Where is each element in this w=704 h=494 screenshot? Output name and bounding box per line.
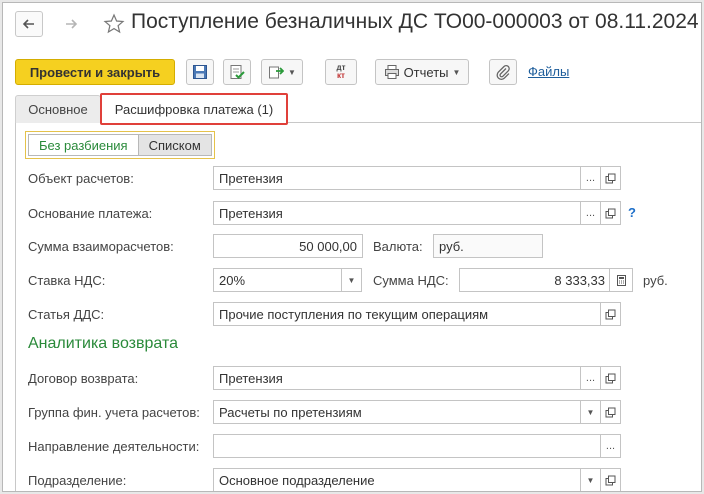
open-window-icon	[605, 407, 616, 417]
currency-label: Валюта:	[373, 239, 423, 254]
settlement-amount-label: Сумма взаиморасчетов:	[28, 239, 174, 254]
department-dropdown-button[interactable]: ▼	[580, 468, 601, 491]
vat-rate-label: Ставка НДС:	[28, 273, 106, 288]
open-button[interactable]	[600, 468, 621, 491]
fin-group-field[interactable]: Расчеты по претензиям	[213, 400, 582, 424]
list-option[interactable]: Списком	[138, 134, 212, 156]
open-window-icon	[605, 373, 616, 383]
settlement-object-field[interactable]: Претензия	[213, 166, 582, 190]
select-button[interactable]: ...	[580, 201, 601, 225]
post-and-close-button[interactable]: Провести и закрыть	[15, 59, 175, 85]
chevron-down-icon: ▼	[288, 67, 296, 77]
return-contract-field[interactable]: Претензия	[213, 366, 582, 390]
settlement-amount-field[interactable]: 50 000,00	[213, 234, 363, 258]
star-icon[interactable]	[103, 13, 125, 35]
open-button[interactable]	[600, 366, 621, 390]
chevron-down-icon: ▼	[452, 67, 461, 77]
paperclip-icon	[496, 64, 510, 80]
select-button[interactable]: ...	[580, 366, 601, 390]
open-button[interactable]	[600, 400, 621, 424]
page-title: Поступление безналичных ДС ТО00-000003 о…	[131, 10, 701, 33]
forward-button[interactable]	[57, 11, 85, 37]
department-label: Подразделение:	[28, 473, 127, 488]
payment-basis-label: Основание платежа:	[28, 206, 153, 221]
chevron-down-icon: ▼	[586, 407, 595, 417]
chevron-down-icon: ▼	[347, 275, 356, 285]
tab-main[interactable]: Основное	[15, 95, 101, 123]
cash-flow-item-label: Статья ДДС:	[28, 307, 105, 322]
open-button[interactable]	[600, 302, 621, 326]
dt-kt-button[interactable]: дт кт	[325, 59, 357, 85]
open-button[interactable]	[600, 166, 621, 190]
currency-field[interactable]: руб.	[433, 234, 543, 258]
vat-rate-field[interactable]: 20%	[213, 268, 343, 292]
activity-direction-label: Направление деятельности:	[28, 439, 200, 454]
vat-currency-unit: руб.	[643, 273, 668, 288]
reports-label: Отчеты	[403, 64, 449, 80]
select-button[interactable]: ...	[600, 434, 621, 458]
return-analytics-heading: Аналитика возврата	[28, 335, 179, 352]
vat-rate-dropdown-button[interactable]: ▼	[341, 268, 362, 292]
post-button[interactable]	[223, 59, 251, 85]
kt-label: кт	[337, 71, 345, 80]
activity-direction-field[interactable]	[213, 434, 602, 458]
fin-group-dropdown-button[interactable]: ▼	[580, 400, 601, 424]
create-based-on-icon	[269, 66, 285, 79]
arrow-left-icon	[22, 19, 34, 29]
open-window-icon	[605, 208, 616, 218]
arrow-right-icon	[66, 19, 78, 29]
no-split-option[interactable]: Без разбиения	[28, 134, 139, 156]
document-window: Поступление безналичных ДС ТО00-000003 о…	[2, 2, 702, 492]
open-window-icon	[605, 309, 616, 319]
attach-button[interactable]	[489, 59, 517, 85]
printer-icon	[384, 65, 399, 79]
open-window-icon	[605, 173, 616, 183]
open-button[interactable]	[600, 201, 621, 225]
vat-amount-field[interactable]: 8 333,33	[459, 268, 611, 292]
tab-payment-breakdown[interactable]: Расшифровка платежа (1)	[100, 93, 288, 125]
department-field[interactable]: Основное подразделение	[213, 468, 582, 491]
cash-flow-item-field[interactable]: Прочие поступления по текущим операциям	[213, 302, 602, 326]
floppy-disk-icon	[193, 65, 207, 79]
settlement-object-label: Объект расчетов:	[28, 171, 134, 186]
calculator-button[interactable]	[609, 268, 633, 292]
help-icon[interactable]: ?	[628, 205, 636, 220]
return-contract-label: Договор возврата:	[28, 371, 139, 386]
fin-group-label: Группа фин. учета расчетов:	[28, 405, 200, 420]
files-link[interactable]: Файлы	[528, 64, 569, 79]
reports-button[interactable]: Отчеты ▼	[375, 59, 469, 85]
back-button[interactable]	[15, 11, 43, 37]
open-window-icon	[605, 475, 616, 485]
calculator-icon	[616, 274, 626, 286]
select-button[interactable]: ...	[580, 166, 601, 190]
vat-amount-label: Сумма НДС:	[373, 273, 449, 288]
post-document-icon	[230, 65, 245, 79]
create-based-on-button[interactable]: ▼	[261, 59, 303, 85]
save-button[interactable]	[186, 59, 214, 85]
payment-basis-field[interactable]: Претензия	[213, 201, 582, 225]
chevron-down-icon: ▼	[586, 475, 595, 485]
view-mode-toggle: Без разбиения Списком	[25, 131, 215, 159]
